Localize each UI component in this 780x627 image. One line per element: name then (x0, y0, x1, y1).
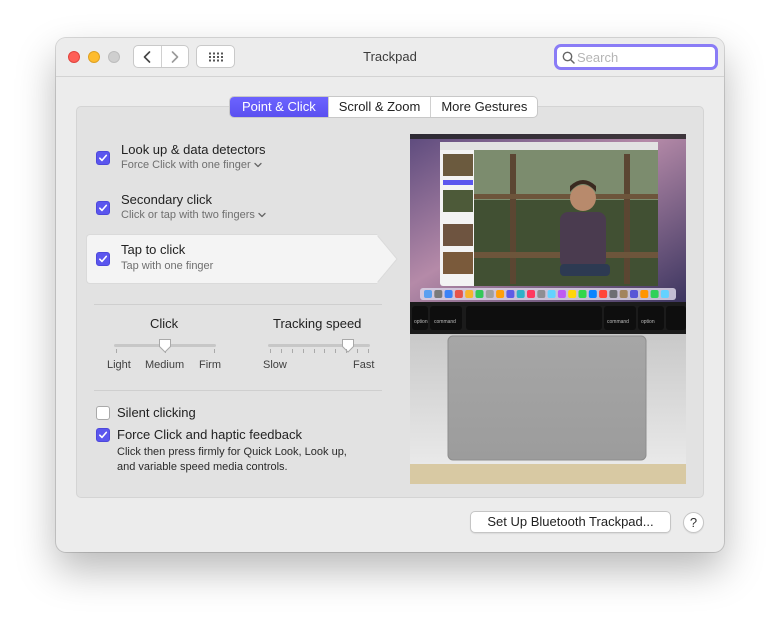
dock-app-icon (578, 290, 587, 298)
dock-app-icon (660, 290, 669, 298)
preferences-window: Trackpad Point & Click Scroll & Zoom Mor… (56, 38, 724, 552)
key-right-command: command (607, 319, 629, 325)
tap-to-click-label: Tap to click (121, 242, 186, 257)
silent-clicking-label: Silent clicking (117, 405, 196, 420)
dock-app-icon (506, 290, 515, 298)
dock-app-icon (609, 290, 618, 298)
tick-mark (346, 349, 348, 353)
dock-app-icon (640, 290, 649, 298)
tap-to-click-checkbox[interactable] (96, 252, 110, 266)
dock-app-icon (650, 290, 659, 298)
lookup-dropdown[interactable]: Force Click with one finger (121, 159, 262, 171)
dock-app-icon (537, 290, 546, 298)
trackpad-demo-illustration: option command command option (410, 134, 686, 484)
chevron-down-icon (253, 162, 262, 168)
click-tick-firm: Firm (199, 359, 221, 371)
tick-mark (116, 349, 117, 353)
tracking-speed-label: Tracking speed (273, 316, 362, 331)
tap-to-click-sublabel: Tap with one finger (121, 260, 214, 272)
tick-mark (280, 349, 282, 353)
tick-mark (270, 349, 271, 353)
divider (94, 390, 382, 391)
tick-mark (324, 349, 326, 353)
key-right-option: option (641, 319, 655, 325)
dock-app-icon (424, 290, 432, 298)
search-icon (562, 51, 575, 64)
secondary-click-sublabel: Click or tap with two fingers (121, 209, 255, 221)
search-input[interactable] (575, 49, 707, 65)
search-field[interactable] (554, 44, 718, 70)
dock-app-icon (444, 290, 453, 298)
gesture-preview-video: option command command option (410, 134, 686, 484)
dock-app-icon (454, 290, 463, 298)
tick-mark (335, 349, 337, 353)
tracking-min-label: Slow (263, 359, 287, 371)
dock-app-icon (599, 290, 608, 298)
checkmark-icon (99, 154, 108, 162)
secondary-click-checkbox[interactable] (96, 201, 110, 215)
click-tick-light: Light (107, 359, 131, 371)
checkmark-icon (99, 204, 108, 212)
tick-mark (214, 349, 215, 353)
tick-mark (313, 349, 315, 353)
checkmark-icon (99, 255, 108, 263)
tick-mark (357, 349, 359, 353)
dock-app-icon (527, 290, 535, 298)
silent-clicking-checkbox[interactable] (96, 406, 110, 420)
tick-mark (368, 349, 369, 353)
dock-app-icon (465, 290, 474, 298)
tab-bar: Point & Click Scroll & Zoom More Gesture… (229, 96, 539, 118)
dock-app-icon (485, 290, 494, 298)
lookup-sublabel: Force Click with one finger (121, 159, 251, 171)
tab-point-and-click[interactable]: Point & Click (230, 97, 328, 117)
force-click-checkbox[interactable] (96, 428, 110, 442)
checkmark-icon (99, 431, 108, 439)
setup-bluetooth-trackpad-button[interactable]: Set Up Bluetooth Trackpad... (470, 511, 671, 533)
lookup-label: Look up & data detectors (121, 142, 266, 157)
dock-app-icon (496, 290, 505, 298)
dock-app-icon (547, 290, 556, 298)
lookup-checkbox[interactable] (96, 151, 110, 165)
key-left-command: command (434, 319, 456, 325)
dock-app-icon (475, 290, 484, 298)
selection-pointer (376, 234, 398, 284)
click-slider-label: Click (150, 316, 179, 331)
tick-mark (291, 349, 293, 353)
divider (94, 304, 382, 305)
tracking-speed-knob[interactable] (341, 338, 355, 354)
dock-app-icon (619, 290, 628, 298)
dock-app-icon (588, 290, 597, 298)
dock-app-icon (568, 290, 577, 298)
force-click-description-line2: and variable speed media controls. (117, 461, 288, 473)
dock-app-icon (516, 290, 525, 298)
tick-mark (302, 349, 304, 353)
dock-app-icon (630, 290, 638, 298)
help-button[interactable]: ? (683, 512, 704, 533)
force-click-description-line1: Click then press firmly for Quick Look, … (117, 446, 347, 458)
click-tick-medium: Medium (145, 359, 185, 371)
tab-more-gestures[interactable]: More Gestures (430, 97, 537, 117)
secondary-click-dropdown[interactable]: Click or tap with two fingers (121, 209, 266, 221)
title-bar: Trackpad (56, 38, 724, 77)
tab-scroll-and-zoom[interactable]: Scroll & Zoom (327, 97, 431, 117)
key-left-option: option (414, 319, 428, 325)
force-click-label: Force Click and haptic feedback (117, 427, 302, 442)
dock-app-icon (557, 290, 566, 298)
tracking-max-label: Fast (353, 359, 375, 371)
dock-app-icon (434, 290, 443, 298)
click-slider-knob[interactable] (158, 338, 172, 354)
chevron-down-icon (258, 212, 266, 218)
secondary-click-label: Secondary click (121, 192, 213, 207)
